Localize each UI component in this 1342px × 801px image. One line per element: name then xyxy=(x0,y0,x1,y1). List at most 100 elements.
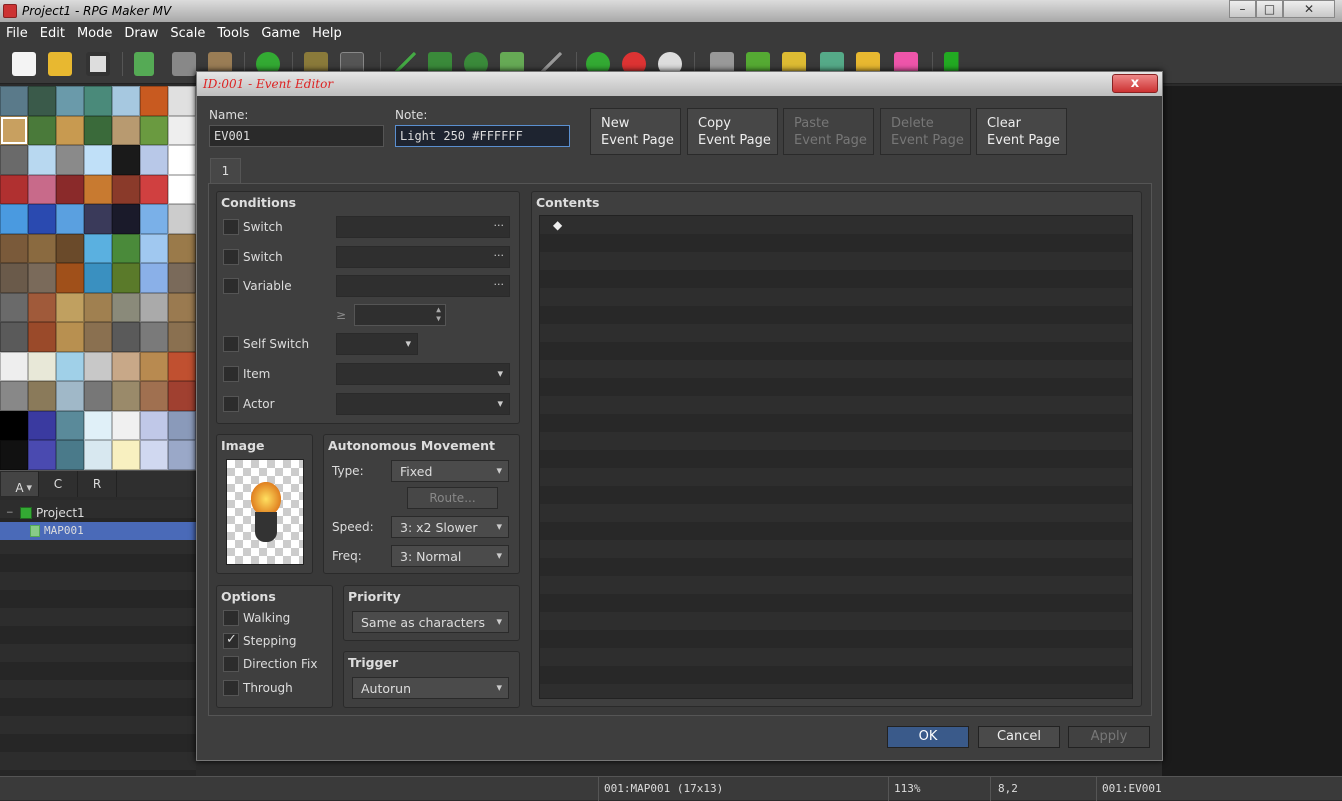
maximize-button[interactable]: □ xyxy=(1256,0,1283,18)
tileset-tab-r[interactable]: R xyxy=(78,471,117,497)
note-label: Note: xyxy=(395,108,428,122)
image-group: Image xyxy=(216,434,313,574)
contents-group: Contents ◆ xyxy=(531,191,1142,707)
dialog-title: ID:001 - Event Editor xyxy=(203,77,334,91)
walking-checkbox[interactable] xyxy=(223,610,239,626)
status-zoom: 113% xyxy=(894,782,921,795)
tree-project-label: Project1 xyxy=(36,506,85,520)
copy-icon[interactable] xyxy=(172,52,196,76)
note-field[interactable]: Light 250 #FFFFFF xyxy=(395,125,570,147)
actor-select[interactable] xyxy=(336,393,510,415)
menu-file[interactable]: File xyxy=(0,26,34,41)
status-coords: 8,2 xyxy=(998,782,1018,795)
tree-item-map001[interactable]: MAP001 xyxy=(0,522,196,540)
autonomous-movement-group: Autonomous Movement Type: Fixed Route...… xyxy=(323,434,520,574)
variable-value-stepper[interactable]: ▲ ▼ xyxy=(354,304,446,326)
priority-select[interactable]: Same as characters xyxy=(352,611,509,633)
item-select[interactable] xyxy=(336,363,510,385)
switch2-checkbox[interactable] xyxy=(223,249,239,265)
stepper-arrows-icon[interactable]: ▲ ▼ xyxy=(436,305,441,323)
actor-checkbox[interactable] xyxy=(223,396,239,412)
route-button[interactable]: Route... xyxy=(407,487,498,509)
new-project-icon[interactable] xyxy=(12,52,36,76)
switch2-select[interactable] xyxy=(336,246,510,268)
dialog-close-button[interactable]: x xyxy=(1112,74,1158,93)
actor-label: Actor xyxy=(243,397,275,411)
switch1-select[interactable] xyxy=(336,216,510,238)
speed-select[interactable]: 3: x2 Slower xyxy=(391,516,509,538)
minimize-button[interactable]: – xyxy=(1229,0,1256,18)
stepping-label: Stepping xyxy=(243,634,297,648)
switch1-checkbox[interactable] xyxy=(223,219,239,235)
self-switch-select[interactable] xyxy=(336,333,418,355)
tileset-tab-a[interactable]: A xyxy=(0,471,39,501)
close-window-button[interactable]: ✕ xyxy=(1283,0,1335,18)
menu-edit[interactable]: Edit xyxy=(34,26,71,41)
event-page-area: Conditions Switch Switch Variable ≥ ▲▼ S… xyxy=(208,183,1152,716)
paste-event-page-button[interactable]: Paste Event Page xyxy=(783,108,874,155)
tree-map-label: MAP001 xyxy=(44,524,84,537)
menu-game[interactable]: Game xyxy=(255,26,306,41)
speed-label: Speed: xyxy=(332,520,374,534)
trigger-group: Trigger Autorun xyxy=(343,651,520,708)
switch1-label: Switch xyxy=(243,220,283,234)
trigger-select[interactable]: Autorun xyxy=(352,677,509,699)
tile-palette[interactable] xyxy=(0,86,196,470)
clear-event-page-button[interactable]: Clear Event Page xyxy=(976,108,1067,155)
menu-scale[interactable]: Scale xyxy=(164,26,211,41)
image-title: Image xyxy=(221,438,265,453)
variable-checkbox[interactable] xyxy=(223,278,239,294)
delete-event-page-button[interactable]: Delete Event Page xyxy=(880,108,971,155)
item-label: Item xyxy=(243,367,271,381)
freq-select[interactable]: 3: Normal xyxy=(391,545,509,567)
flame-icon xyxy=(251,482,281,516)
menu-tools[interactable]: Tools xyxy=(211,26,255,41)
variable-select[interactable] xyxy=(336,275,510,297)
ok-button[interactable]: OK xyxy=(887,726,969,748)
command-list-end-marker[interactable]: ◆ xyxy=(553,218,562,232)
direction-fix-checkbox[interactable] xyxy=(223,656,239,672)
stepping-checkbox[interactable] xyxy=(223,632,239,649)
freq-label: Freq: xyxy=(332,549,362,563)
through-checkbox[interactable] xyxy=(223,680,239,696)
map-view[interactable] xyxy=(1162,86,1342,776)
save-project-icon[interactable] xyxy=(86,52,110,76)
dialog-titlebar: ID:001 - Event Editor x xyxy=(197,72,1162,96)
through-label: Through xyxy=(243,681,293,695)
event-image-preview[interactable] xyxy=(226,459,304,565)
collapse-icon[interactable]: − xyxy=(6,504,14,522)
tab-page-1[interactable]: 1 xyxy=(210,158,241,184)
movement-title: Autonomous Movement xyxy=(328,438,495,453)
event-command-list[interactable]: ◆ xyxy=(539,215,1133,699)
conditions-title: Conditions xyxy=(221,195,297,210)
menu-draw[interactable]: Draw xyxy=(118,26,164,41)
menu-help[interactable]: Help xyxy=(306,26,348,41)
menu-bar: File Edit Mode Draw Scale Tools Game Hel… xyxy=(0,22,1342,44)
tree-item-project[interactable]: − Project1 xyxy=(0,504,196,522)
brazier-icon xyxy=(255,512,277,542)
variable-label: Variable xyxy=(243,279,292,293)
type-select[interactable]: Fixed xyxy=(391,460,509,482)
options-title: Options xyxy=(221,589,276,604)
new-event-page-button[interactable]: New Event Page xyxy=(590,108,681,155)
menu-mode[interactable]: Mode xyxy=(71,26,118,41)
open-project-icon[interactable] xyxy=(48,52,72,76)
self-switch-checkbox[interactable] xyxy=(223,336,239,352)
type-label: Type: xyxy=(332,464,364,478)
app-title: Project1 - RPG Maker MV xyxy=(22,4,172,18)
conditions-group: Conditions Switch Switch Variable ≥ ▲▼ S… xyxy=(216,191,520,424)
tileset-tab-c[interactable]: C xyxy=(39,471,78,497)
copy-event-page-button[interactable]: Copy Event Page xyxy=(687,108,778,155)
switch2-label: Switch xyxy=(243,250,283,264)
name-label: Name: xyxy=(209,108,249,122)
cut-icon[interactable] xyxy=(134,52,154,76)
priority-title: Priority xyxy=(348,589,401,604)
name-field[interactable]: EV001 xyxy=(209,125,384,147)
ge-label: ≥ xyxy=(336,308,347,322)
priority-group: Priority Same as characters xyxy=(343,585,520,641)
status-map: 001:MAP001 (17x13) xyxy=(604,782,724,795)
item-checkbox[interactable] xyxy=(223,366,239,382)
status-event: 001:EV001 xyxy=(1102,782,1162,795)
cancel-button[interactable]: Cancel xyxy=(978,726,1060,748)
apply-button[interactable]: Apply xyxy=(1068,726,1150,748)
